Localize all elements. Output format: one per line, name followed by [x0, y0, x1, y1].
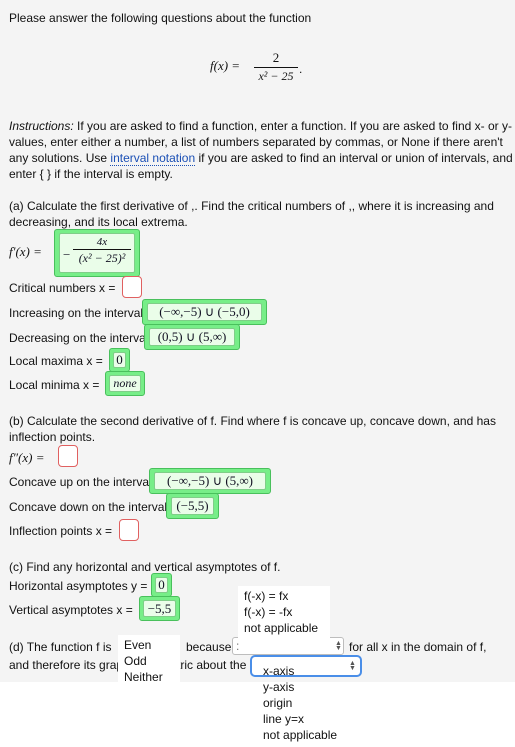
critical-numbers-label: Critical numbers x =	[9, 281, 116, 295]
part-c-line-1: (c) Find any horizontal and vertical asy…	[9, 560, 281, 574]
fprime-label: f′(x) =	[9, 244, 42, 259]
instructions-label: Instructions:	[9, 119, 74, 133]
because-option-odd[interactable]: f(-x) = -fx	[244, 604, 330, 620]
decreasing-answer-field[interactable]: (0,5) ∪ (5,∞)	[149, 328, 235, 346]
critical-numbers-input[interactable]	[122, 276, 142, 298]
because-select[interactable]: :	[232, 637, 344, 655]
horizontal-asymptotes-answer-box[interactable]: 0	[151, 573, 172, 597]
because-option-even[interactable]: f(-x) = fx	[244, 588, 330, 604]
symmetry-option-x-axis[interactable]: x-axis	[263, 663, 349, 679]
symmetry-option-origin[interactable]: origin	[263, 695, 349, 711]
instructions-line-1: Instructions: If you are asked to find a…	[9, 119, 512, 133]
symmetry-option-y-axis[interactable]: y-axis	[263, 679, 349, 695]
vertical-asymptotes-label: Vertical asymptotes x =	[9, 603, 133, 617]
parity-dropdown-list[interactable]: Even Odd Neither	[118, 635, 180, 687]
local-maxima-label: Local maxima x =	[9, 354, 103, 368]
intro-text: Please answer the following questions ab…	[9, 11, 312, 25]
part-d-line-1-pre: (d) The function f is	[9, 640, 112, 654]
concave-up-answer-box[interactable]: (−∞,−5) ∪ (5,∞)	[149, 468, 271, 494]
horizontal-asymptotes-label: Horizontal asymptotes y =	[9, 579, 148, 593]
local-maxima-answer-field[interactable]: 0	[113, 352, 126, 368]
vertical-asymptotes-answer-field[interactable]: −5,5	[143, 600, 176, 617]
part-d-because: because	[186, 640, 232, 654]
part-a-line-1: (a) Calculate the first derivative of ,.…	[9, 199, 494, 213]
decreasing-label: Decreasing on the interval	[9, 331, 149, 345]
function-denominator: x² − 25	[258, 69, 294, 83]
instructions-line-2: values, enter either a number, a list of…	[9, 135, 503, 149]
increasing-label: Increasing on the interval	[9, 306, 144, 320]
parity-option-odd[interactable]: Odd	[124, 653, 180, 669]
part-b-line-2: inflection points.	[9, 430, 96, 444]
increasing-answer-box[interactable]: (−∞,−5) ∪ (−5,0)	[142, 299, 267, 325]
increasing-answer-field[interactable]: (−∞,−5) ∪ (−5,0)	[147, 303, 262, 321]
local-minima-answer-field[interactable]: none	[109, 375, 141, 392]
interval-notation-link[interactable]: interval notation	[110, 151, 196, 166]
decreasing-answer-box[interactable]: (0,5) ∪ (5,∞)	[144, 324, 240, 350]
function-lhs: f(x) =	[210, 58, 241, 73]
symmetry-dropdown-list[interactable]: x-axis y-axis origin line y=x not applic…	[257, 661, 349, 743]
symmetry-select-arrows-icon[interactable]: ▲ ▼	[349, 660, 356, 672]
fprime-answer-field[interactable]: − 4x (x² − 25)²	[59, 233, 135, 273]
fdouble-input[interactable]	[58, 445, 78, 467]
concave-down-answer-field[interactable]: (−5,5)	[171, 497, 214, 515]
parity-option-even[interactable]: Even	[124, 637, 180, 653]
concave-up-answer-field[interactable]: (−∞,−5) ∪ (5,∞)	[154, 472, 266, 490]
part-d-line-2-mid: tric about the	[177, 658, 247, 672]
instructions-line-4: enter { } if the interval is empty.	[9, 167, 173, 181]
function-numerator: 2	[272, 50, 280, 65]
because-option-na[interactable]: not applicable	[244, 620, 330, 636]
parity-option-neither[interactable]: Neither	[124, 669, 180, 685]
part-d-line-2-pre: and therefore its grap	[9, 658, 124, 672]
fprime-answer-box[interactable]: − 4x (x² − 25)²	[54, 229, 140, 277]
symmetry-option-line-y-x[interactable]: line y=x	[263, 711, 349, 727]
part-b-line-1: (b) Calculate the second derivative of f…	[9, 414, 496, 428]
part-d-line-1-post: for all x in the domain of f,	[349, 640, 487, 654]
fdouble-label: f″(x) =	[9, 450, 45, 465]
inflection-input[interactable]	[119, 519, 139, 541]
symmetry-option-na[interactable]: not applicable	[263, 727, 349, 743]
instructions-line-3: any solutions. Use interval notation if …	[9, 151, 513, 166]
part-a-line-2: decreasing, and its local extrema.	[9, 215, 188, 229]
inflection-label: Inflection points x =	[9, 524, 113, 538]
local-minima-label: Local minima x =	[9, 378, 100, 392]
horizontal-asymptotes-answer-field[interactable]: 0	[155, 577, 168, 593]
concave-up-label: Concave up on the interval	[9, 475, 152, 489]
vertical-asymptotes-answer-box[interactable]: −5,5	[139, 596, 180, 621]
concave-down-label: Concave down on the interval	[9, 500, 168, 514]
local-maxima-answer-box[interactable]: 0	[109, 348, 130, 372]
function-fraction: 2 x² − 25	[254, 50, 298, 84]
local-minima-answer-box[interactable]: none	[105, 371, 145, 396]
because-select-arrows-icon[interactable]: ▲ ▼	[335, 640, 342, 652]
function-period: .	[299, 62, 303, 76]
because-dropdown-list[interactable]: f(-x) = fx f(-x) = -fx not applicable	[238, 586, 330, 638]
concave-down-answer-box[interactable]: (−5,5)	[166, 493, 219, 519]
